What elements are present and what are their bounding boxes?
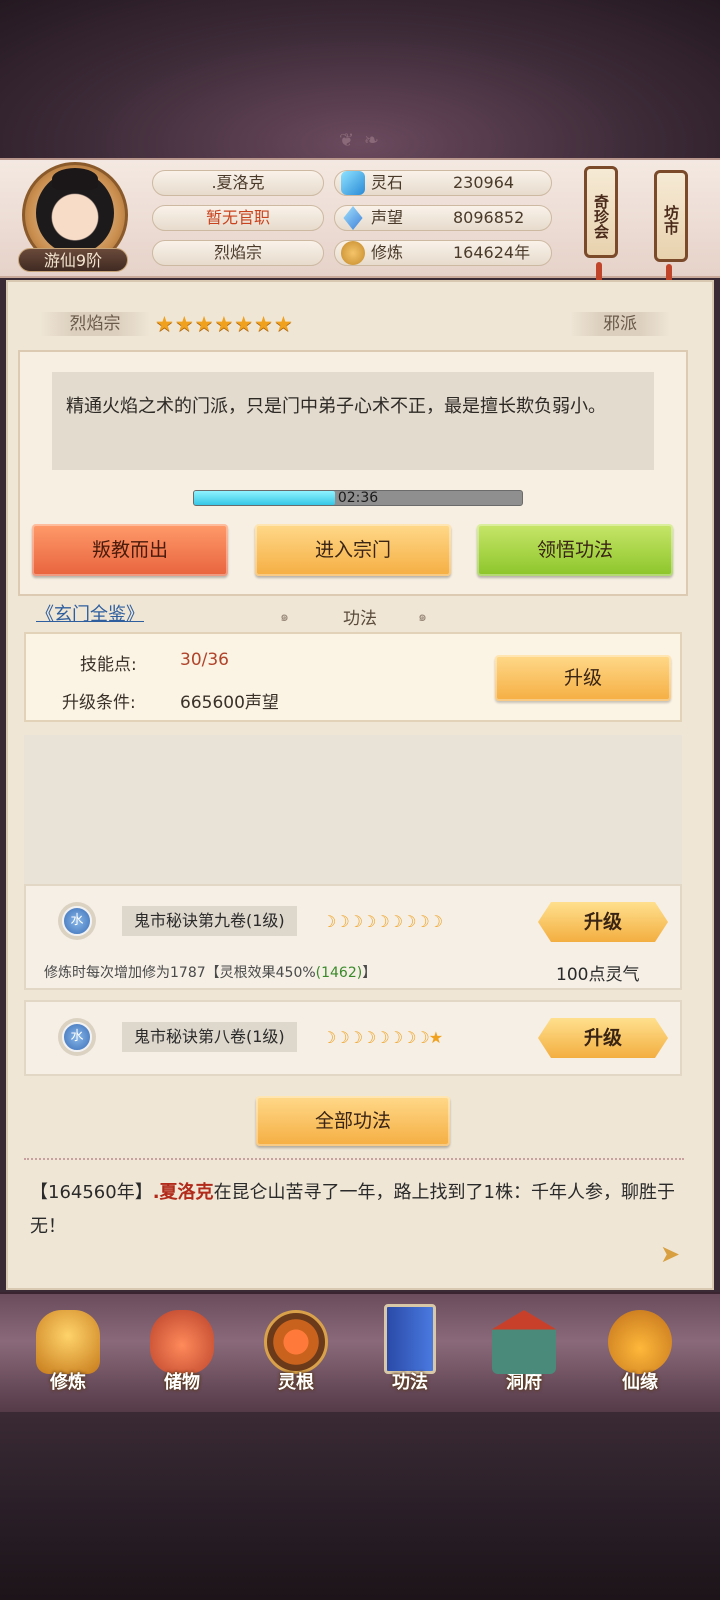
nav-label: 修炼	[50, 1372, 86, 1393]
skill-name: 鬼市秘诀第九卷(1级)	[122, 906, 297, 936]
player-name: .夏洛克	[152, 170, 324, 196]
stat-value: 8096852	[453, 208, 525, 227]
skill-level-moons: ☽☽☽☽☽☽☽☽★	[322, 1028, 443, 1047]
ornament-icon: ❦ ❧	[339, 130, 381, 151]
skill-upgrade-button[interactable]: 升级	[538, 1018, 668, 1058]
comprehend-skill-button[interactable]: 领悟功法	[477, 524, 673, 576]
reputation-crystal-icon	[343, 206, 363, 230]
skill-effect-bonus: (1462)	[315, 965, 363, 981]
meditation-icon	[341, 241, 365, 265]
cave-house-icon	[492, 1310, 556, 1374]
upgrade-condition-value: 665600声望	[180, 693, 279, 713]
skill-name: 鬼市秘诀第八卷(1级)	[122, 1022, 297, 1052]
nav-cave-house[interactable]: 洞府	[474, 1300, 574, 1410]
skill-effect-bracket: 】	[362, 965, 377, 981]
stat-label: 灵石	[371, 173, 404, 192]
sect-description: 精通火焰之术的门派，只是门中弟子心术不正，最是擅长欺负弱小。	[52, 372, 654, 470]
stat-value: 164624年	[453, 243, 531, 262]
market-button[interactable]: 坊市	[654, 170, 688, 262]
event-log: 【164560年】.夏洛克在昆仑山苦寻了一年，路上找到了1株：千年人参，聊胜于无…	[30, 1176, 690, 1244]
water-element-icon: 水	[62, 906, 92, 936]
skill-points-value: 30/36	[180, 650, 229, 670]
skill-cost: 100点灵气	[556, 965, 640, 985]
skill-points-label: 技能点:	[80, 655, 137, 675]
bag-icon	[150, 1310, 214, 1374]
stat-label: 修炼	[371, 243, 404, 262]
enter-sect-button[interactable]: 进入宗门	[255, 524, 451, 576]
stat-cultivation: 修炼 164624年	[334, 240, 552, 266]
office-title: 暂无官职	[152, 205, 324, 231]
skill-upgrade-button[interactable]: 升级	[538, 902, 668, 942]
spirit-stone-icon	[341, 171, 365, 195]
avatar-hair	[52, 168, 98, 190]
timer-text: 02:36	[337, 490, 379, 506]
empty-area	[24, 735, 682, 885]
upgrade-condition-label: 升级条件:	[62, 693, 136, 713]
nav-skills[interactable]: 功法	[360, 1300, 460, 1410]
player-sect: 烈焰宗	[152, 240, 324, 266]
treasure-auction-button[interactable]: 奇珍会	[584, 166, 618, 258]
stat-label: 声望	[371, 208, 404, 227]
nav-fate[interactable]: 仙缘	[590, 1300, 690, 1410]
rank-badge: 游仙9阶	[18, 248, 128, 272]
nav-label: 仙缘	[622, 1372, 658, 1393]
divider	[24, 1158, 684, 1168]
sect-alignment: 邪派	[570, 312, 670, 336]
gourd-icon	[608, 1310, 672, 1374]
all-skills-button[interactable]: 全部功法	[256, 1096, 450, 1146]
leave-sect-button[interactable]: 叛教而出	[32, 524, 228, 576]
nav-label: 灵根	[278, 1372, 314, 1393]
nav-cultivate[interactable]: 修炼	[18, 1300, 118, 1410]
stat-spirit-stone: 灵石 230964	[334, 170, 552, 196]
nav-label: 储物	[164, 1372, 200, 1393]
stat-reputation: 声望 8096852	[334, 205, 552, 231]
log-player-name: .夏洛克	[152, 1182, 214, 1203]
skill-points-upgrade-button[interactable]: 升级	[495, 655, 671, 701]
next-arrow-icon[interactable]: ➤	[660, 1240, 690, 1270]
nav-label: 功法	[392, 1372, 428, 1393]
log-year: 【164560年】	[30, 1182, 153, 1203]
nav-storage[interactable]: 储物	[132, 1300, 232, 1410]
bottom-background	[0, 1412, 720, 1600]
skill-level-moons: ☽☽☽☽☽☽☽☽☽	[322, 912, 443, 931]
tab-skills: 功法	[343, 609, 377, 629]
skill-effect: 修炼时每次增加修为1787【灵根效果450%(1462)】	[44, 962, 376, 982]
swirl-ornament-icon: ๑	[418, 609, 427, 625]
spirit-root-icon	[264, 1310, 328, 1374]
encyclopedia-link[interactable]: 《玄门全鉴》	[36, 600, 144, 626]
swirl-ornament-icon: ๑	[280, 609, 289, 625]
stat-value: 230964	[453, 173, 515, 192]
skill-effect-text: 修炼时每次增加修为1787【灵根效果450%	[44, 965, 316, 981]
book-icon	[384, 1304, 436, 1374]
monk-icon	[36, 1310, 100, 1374]
water-element-icon: 水	[62, 1022, 92, 1052]
sect-name-label: 烈焰宗	[40, 312, 150, 336]
nav-spirit-root[interactable]: 灵根	[246, 1300, 346, 1410]
sect-rating-stars: ★★★★★★★	[155, 312, 294, 336]
